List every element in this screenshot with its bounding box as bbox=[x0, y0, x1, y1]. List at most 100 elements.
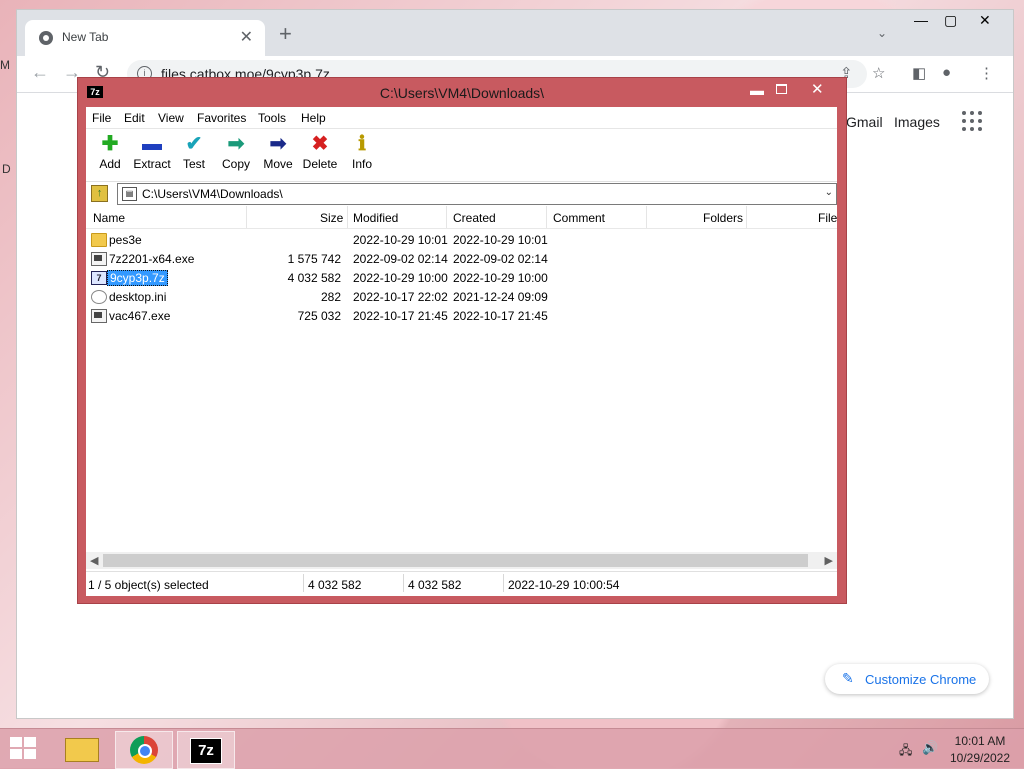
column-modified[interactable]: Modified bbox=[353, 211, 398, 225]
tab-strip: New Tab ✕ + ⌄ — ▢ ✕ bbox=[17, 10, 1013, 56]
close-icon[interactable]: ✕ bbox=[811, 80, 824, 98]
desktop-edge-label: M bbox=[0, 58, 10, 72]
menu-favorites[interactable]: Favorites bbox=[197, 111, 246, 125]
minimize-icon[interactable]: ▬ bbox=[750, 82, 764, 98]
taskbar-sevenzip[interactable]: 7z bbox=[177, 731, 235, 769]
column-comment[interactable]: Comment bbox=[553, 211, 605, 225]
cell-size: 1 575 742 bbox=[287, 252, 341, 266]
back-icon[interactable]: ← bbox=[31, 62, 49, 83]
toolbar-add-button[interactable]: ✚ Add bbox=[86, 131, 134, 177]
cell-created: 2021-12-24 09:09 bbox=[453, 290, 548, 304]
windows-start-icon[interactable] bbox=[10, 737, 38, 761]
taskbar-file-explorer[interactable] bbox=[53, 731, 109, 767]
close-icon[interactable]: ✕ bbox=[979, 12, 991, 29]
network-icon[interactable]: 🖧 bbox=[899, 741, 912, 762]
table-row[interactable]: desktop.ini 282 2022-10-17 22:02 2021-12-24… bbox=[86, 287, 837, 306]
address-row: ↑ ▤ C:\Users\VM4\Downloads\ ⌄ bbox=[86, 181, 837, 207]
info-icon: ℹ bbox=[358, 133, 366, 155]
apps-grid-icon[interactable] bbox=[962, 111, 982, 131]
path-text: C:\Users\VM4\Downloads\ bbox=[142, 187, 283, 201]
column-header: Name Size Modified Created Comment Folde… bbox=[86, 206, 837, 229]
status-packed-size: 4 032 582 bbox=[408, 578, 462, 592]
cell-modified: 2022-09-02 02:14 bbox=[353, 252, 448, 266]
toolbar-label: Add bbox=[99, 157, 121, 171]
menu-file[interactable]: File bbox=[92, 111, 111, 125]
customize-chrome-label: Customize Chrome bbox=[865, 672, 977, 687]
status-bar: 1 / 5 object(s) selected 4 032 582 4 032… bbox=[86, 571, 837, 596]
maximize-icon[interactable] bbox=[776, 84, 787, 94]
cell-created: 2022-09-02 02:14 bbox=[453, 252, 548, 266]
cell-name: desktop.ini bbox=[109, 290, 167, 304]
tab-close-icon[interactable]: ✕ bbox=[240, 27, 253, 47]
column-size[interactable]: Size bbox=[320, 211, 343, 225]
scroll-left-icon[interactable]: ◀ bbox=[90, 554, 98, 567]
column-name[interactable]: Name bbox=[93, 211, 125, 225]
clock-time[interactable]: 10:01 AM bbox=[945, 734, 1015, 748]
test-icon: ✔ bbox=[185, 133, 203, 155]
menu-kebab-icon[interactable]: ⋮ bbox=[979, 64, 994, 82]
toolbar-label: Test bbox=[182, 157, 205, 171]
copy-icon: ➡ bbox=[227, 133, 245, 155]
cell-name: 7z2201-x64.exe bbox=[109, 252, 195, 266]
taskbar: 7z 🖧 🔊 10:01 AM 10/29/2022 bbox=[0, 728, 1024, 769]
column-created[interactable]: Created bbox=[453, 211, 496, 225]
exe-icon bbox=[91, 252, 107, 266]
path-combobox[interactable]: ▤ C:\Users\VM4\Downloads\ ⌄ bbox=[117, 183, 837, 205]
toolbar-info-button[interactable]: ℹ Info bbox=[338, 131, 386, 177]
menu-tools[interactable]: Tools bbox=[258, 111, 286, 125]
table-row[interactable]: vac467.exe 725 032 2022-10-17 21:45 2022-10… bbox=[86, 306, 837, 325]
gmail-link[interactable]: Gmail bbox=[846, 114, 883, 130]
sevenzip-icon: 7z bbox=[190, 738, 222, 764]
clock-date[interactable]: 10/29/2022 bbox=[945, 751, 1015, 765]
desktop-edge-label: D bbox=[2, 162, 11, 176]
bookmark-star-icon[interactable]: ☆ bbox=[872, 64, 885, 82]
customize-chrome-button[interactable]: ✎ Customize Chrome bbox=[825, 664, 989, 694]
cell-size: 282 bbox=[320, 290, 341, 304]
profile-avatar-icon[interactable]: ● bbox=[942, 64, 951, 81]
status-selection: 1 / 5 object(s) selected bbox=[88, 578, 209, 592]
toolbar-delete-button[interactable]: ✖ Delete bbox=[296, 131, 344, 177]
column-folders[interactable]: Folders bbox=[703, 211, 743, 225]
sevenzip-window: 7z C:\Users\VM4\Downloads\ ▬ ✕ File Edit… bbox=[78, 78, 846, 603]
toolbar-copy-button[interactable]: ➡ Copy bbox=[212, 131, 260, 177]
status-time: 2022-10-29 10:00:54 bbox=[508, 578, 620, 592]
tab-search-chevron-icon[interactable]: ⌄ bbox=[877, 26, 887, 40]
horizontal-scrollbar[interactable]: ◀ ▶ bbox=[86, 552, 837, 569]
sevenzip-title: C:\Users\VM4\Downloads\ bbox=[379, 85, 545, 101]
toolbar-label: Copy bbox=[221, 157, 250, 171]
menu-help[interactable]: Help bbox=[301, 111, 326, 125]
side-panel-icon[interactable]: ◧ bbox=[912, 64, 926, 82]
images-link[interactable]: Images bbox=[894, 114, 940, 130]
scroll-right-icon[interactable]: ▶ bbox=[825, 554, 833, 567]
chevron-down-icon[interactable]: ⌄ bbox=[825, 187, 833, 198]
cell-modified: 2022-10-17 22:02 bbox=[353, 290, 448, 304]
cell-size: 4 032 582 bbox=[287, 271, 341, 285]
toolbar-test-button[interactable]: ✔ Test bbox=[170, 131, 218, 177]
table-row[interactable]: 7z2201-x64.exe 1 575 742 2022-09-02 02:14 2… bbox=[86, 249, 837, 268]
column-file[interactable]: File bbox=[818, 211, 837, 225]
sevenzip-client: File Edit View Favorites Tools Help ✚ Add… bbox=[86, 107, 837, 596]
taskbar-chrome[interactable] bbox=[115, 731, 173, 769]
maximize-icon[interactable]: ▢ bbox=[944, 12, 957, 29]
table-row[interactable]: 7 9cyp3p.7z 4 032 582 2022-10-29 10:00 2022-… bbox=[86, 268, 837, 287]
new-tab-button[interactable]: + bbox=[279, 23, 292, 45]
sevenzip-titlebar[interactable]: 7z C:\Users\VM4\Downloads\ ▬ ✕ bbox=[78, 78, 846, 106]
scrollbar-thumb[interactable] bbox=[103, 554, 808, 567]
toolbar-label: Move bbox=[263, 157, 293, 171]
menu-edit[interactable]: Edit bbox=[124, 111, 145, 125]
tab-new-tab[interactable]: New Tab ✕ bbox=[25, 20, 265, 56]
folder-up-icon[interactable]: ↑ bbox=[91, 185, 108, 202]
tab-title: New Tab bbox=[62, 30, 109, 44]
menu-view[interactable]: View bbox=[158, 111, 184, 125]
archive-icon: 7 bbox=[91, 271, 107, 285]
toolbar-move-button[interactable]: ➡ Move bbox=[254, 131, 302, 177]
table-row[interactable]: pes3e 2022-10-29 10:01 2022-10-29 10:01 bbox=[86, 230, 837, 249]
cell-modified: 2022-10-29 10:01 bbox=[353, 233, 448, 247]
toolbar-extract-button[interactable]: ▬ Extract bbox=[128, 131, 176, 177]
volume-icon[interactable]: 🔊 bbox=[922, 740, 938, 756]
status-size: 4 032 582 bbox=[308, 578, 362, 592]
toolbar-label: Delete bbox=[302, 157, 338, 171]
minimize-icon[interactable]: — bbox=[914, 12, 928, 28]
cell-name: vac467.exe bbox=[109, 309, 171, 323]
exe-icon bbox=[91, 309, 107, 323]
